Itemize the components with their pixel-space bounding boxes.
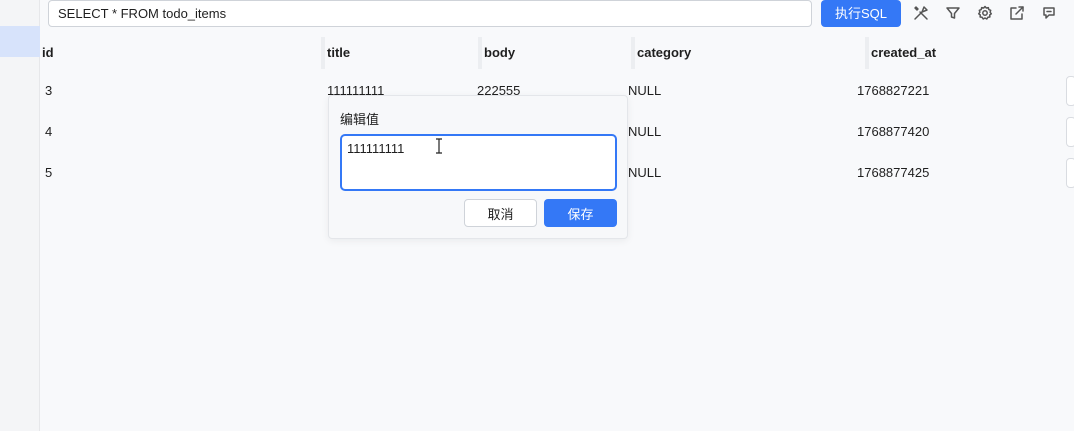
table-header: id title body category created_at [40,37,1074,69]
sidebar [0,0,40,431]
cell-created-at[interactable]: 1768877420 [857,119,929,145]
sql-input[interactable] [48,0,812,27]
cell-category[interactable]: NULL [628,119,661,145]
popover-title: 编辑值 [340,112,380,127]
app-root: 执行SQL id title body category created_at … [0,0,1074,431]
export-icon[interactable] [1008,4,1026,22]
column-header-title[interactable]: title [321,37,350,69]
filter-icon[interactable] [944,4,962,22]
cell-category[interactable]: NULL [628,78,661,104]
cell-created-at[interactable]: 1768877425 [857,160,929,186]
cell-category[interactable]: NULL [628,160,661,186]
cell-created-at[interactable]: 1768827221 [857,78,929,104]
column-header-body[interactable]: body [478,37,515,69]
cell-id[interactable]: 4 [45,119,52,145]
column-header-category[interactable]: category [631,37,691,69]
column-header-id[interactable]: id [40,37,54,69]
edit-value-popover: 编辑值 111111111 取消 保存 [328,95,628,239]
cancel-button[interactable]: 取消 [464,199,537,227]
cell-id[interactable]: 5 [45,160,52,186]
row-action-handle[interactable] [1066,76,1074,106]
row-action-handle[interactable] [1066,158,1074,188]
sidebar-selected-item[interactable] [0,26,40,57]
row-action-handle[interactable] [1066,117,1074,147]
tools-icon[interactable] [912,4,930,22]
text-cursor-icon [435,138,443,154]
column-header-created-at[interactable]: created_at [865,37,936,69]
run-sql-button[interactable]: 执行SQL [821,0,901,27]
save-button[interactable]: 保存 [544,199,617,227]
comment-icon[interactable] [1040,4,1058,22]
edit-value-textarea[interactable]: 111111111 [340,134,617,191]
settings-icon[interactable] [976,4,994,22]
cell-id[interactable]: 3 [45,78,52,104]
